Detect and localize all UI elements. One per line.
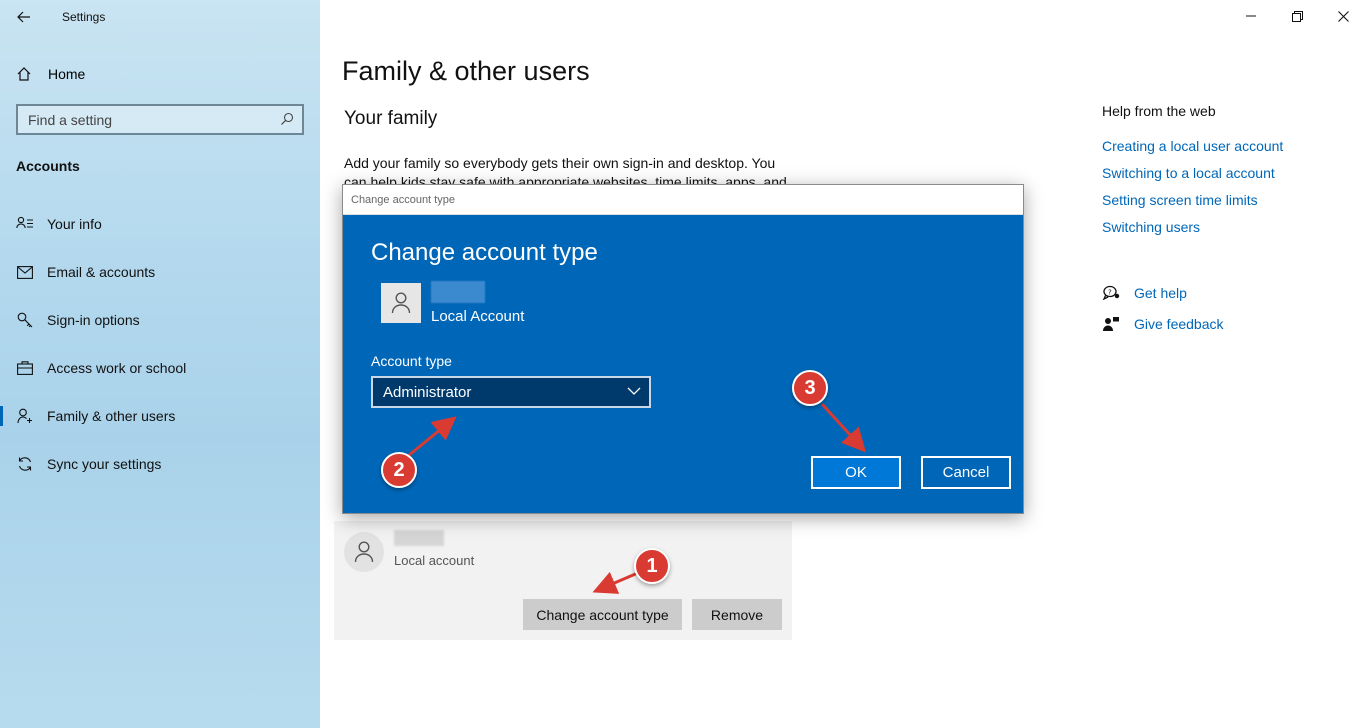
svg-text:?: ? [1108,289,1112,297]
window-controls [1228,0,1366,32]
get-help-link[interactable]: ? Get help [1102,285,1187,301]
avatar [344,532,384,572]
family-description: Add your family so everybody gets their … [344,155,787,186]
user-card[interactable]: Local account Change account type Remove [334,521,792,640]
dialog-account-label: Local Account [431,308,525,325]
page-title: Family & other users [342,56,590,86]
dialog-avatar [381,283,421,323]
account-type-label: Account type [371,353,452,369]
give-feedback-label: Give feedback [1134,316,1224,332]
sidebar-item-label: Sync your settings [47,456,162,472]
sidebar-item-label: Family & other users [47,408,176,424]
close-button[interactable] [1320,0,1366,32]
account-type-select[interactable]: Administrator [371,376,651,408]
ok-button[interactable]: OK [811,456,901,489]
sidebar: Settings Home Find a setting Accounts Yo… [0,0,320,728]
close-icon [1337,10,1349,22]
restore-button[interactable] [1274,0,1320,32]
sidebar-item-access-work[interactable]: Access work or school [0,350,320,386]
home-icon [17,67,31,81]
dialog-heading: Change account type [371,239,598,266]
back-arrow-icon [17,11,30,23]
minimize-icon [1246,15,1256,17]
back-button[interactable] [10,6,38,28]
nav-home[interactable]: Home [16,62,85,86]
chevron-down-icon [627,387,641,395]
sidebar-item-sync-settings[interactable]: Sync your settings [0,446,320,482]
help-link-creating-local-account[interactable]: Creating a local user account [1102,138,1283,154]
person-add-icon [16,407,34,425]
user-account-type: Local account [394,553,475,568]
sidebar-item-your-info[interactable]: Your info [0,206,320,242]
dialog-user-name-redacted [431,281,485,303]
briefcase-icon [16,359,34,377]
search-input[interactable]: Find a setting [16,104,304,135]
help-link-switching-local-account[interactable]: Switching to a local account [1102,165,1275,181]
change-account-type-dialog: Change account type Change account type … [342,184,1024,514]
step-badge-1: 1 [634,548,670,584]
dialog-window-title: Change account type [351,194,455,206]
sync-icon [16,455,34,473]
account-type-value: Administrator [383,384,472,401]
feedback-icon [1103,317,1119,331]
sidebar-item-label: Email & accounts [47,264,156,280]
change-account-type-button[interactable]: Change account type [523,599,682,630]
person-icon [354,541,374,563]
help-title: Help from the web [1102,103,1216,119]
search-icon [281,112,294,125]
title-bar: Settings [0,0,320,34]
user-name-redacted [394,530,444,546]
help-link-screen-time-limits[interactable]: Setting screen time limits [1102,192,1258,208]
dialog-title-bar: Change account type [343,185,1023,215]
mail-icon [16,263,34,281]
your-family-heading: Your family [344,108,438,129]
remove-button[interactable]: Remove [692,599,782,630]
search-placeholder: Find a setting [28,112,113,128]
step-badge-3: 3 [792,370,828,406]
person-icon [391,292,411,314]
help-link-switching-users[interactable]: Switching users [1102,219,1200,235]
restore-icon [1291,10,1303,22]
nav-home-label: Home [48,66,86,82]
minimize-button[interactable] [1228,0,1274,32]
chat-help-icon: ? [1102,285,1120,301]
person-list-icon [16,215,34,233]
step-badge-2: 2 [381,452,417,488]
get-help-label: Get help [1134,285,1187,301]
give-feedback-link[interactable]: Give feedback [1102,316,1224,332]
sidebar-item-family-other-users[interactable]: Family & other users [0,398,320,434]
cancel-button[interactable]: Cancel [921,456,1011,489]
app-title: Settings [62,10,106,24]
sidebar-item-sign-in-options[interactable]: Sign-in options [0,302,320,338]
key-icon [16,311,34,329]
sidebar-item-label: Sign-in options [47,312,140,328]
section-title: Accounts [16,158,80,174]
sidebar-item-label: Access work or school [47,360,187,376]
sidebar-item-label: Your info [47,216,102,232]
sidebar-item-email-accounts[interactable]: Email & accounts [0,254,320,290]
